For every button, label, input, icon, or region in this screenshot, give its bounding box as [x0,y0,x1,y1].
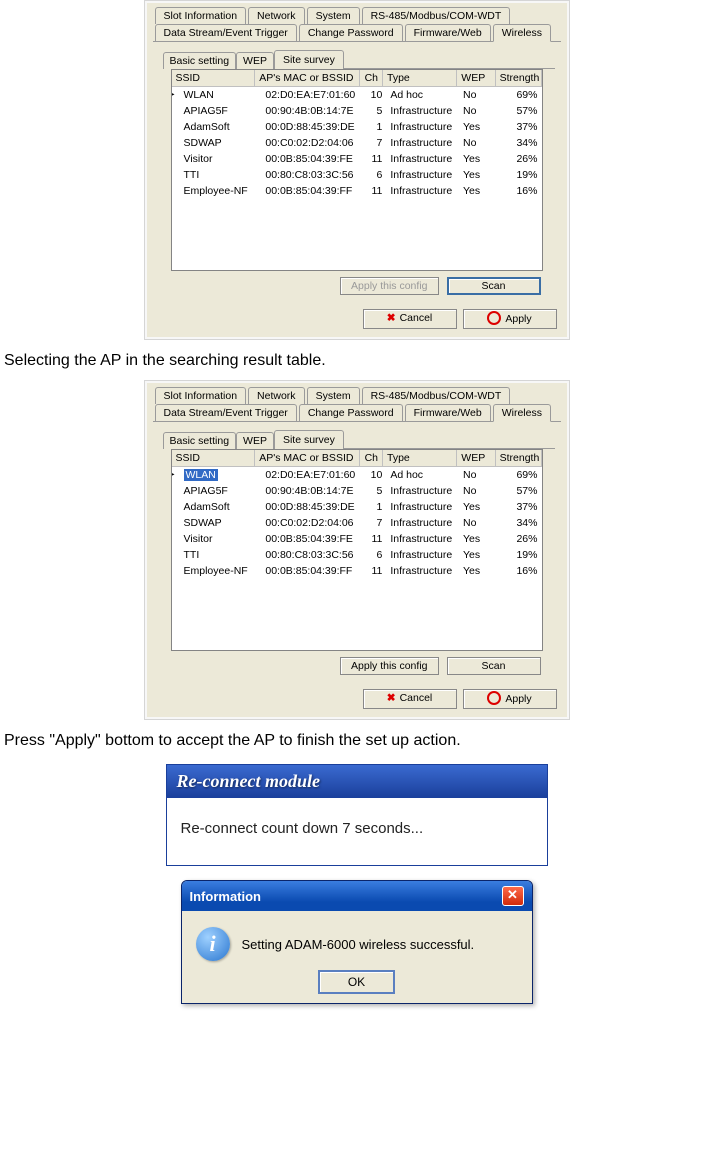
top-tab[interactable]: RS-485/Modbus/COM-WDT [362,7,511,24]
panel1-wrap: Slot InformationNetworkSystemRS-485/Modb… [0,0,713,340]
column-header[interactable]: Type [383,70,457,86]
row-caret-icon: ▸ [171,469,175,480]
column-header[interactable]: WEP [457,450,495,466]
info-message: Setting ADAM-6000 wireless successful. [242,937,475,952]
top-tab[interactable]: Change Password [299,404,403,421]
column-header[interactable]: WEP [457,70,495,86]
column-header[interactable]: AP's MAC or BSSID [255,70,360,86]
circle-icon [487,691,501,705]
scan-button[interactable]: Scan [447,277,541,295]
apply-config-button: Apply this config [340,277,438,295]
table-row[interactable]: AdamSoft00:0D:88:45:39:DE1Infrastructure… [180,499,542,515]
column-header[interactable]: Type [383,450,457,466]
info-dialog-wrap: Information ✕ i Setting ADAM-6000 wirele… [0,880,713,1004]
reconnect-body: Re-connect count down 7 seconds... [167,798,547,865]
table-row[interactable]: SDWAP00:C0:02:D2:04:067InfrastructureNo3… [180,135,542,151]
top-tab[interactable]: Firmware/Web [405,404,491,421]
sub-tab[interactable]: Basic setting [163,52,237,69]
sub-tab[interactable]: Site survey [274,430,344,450]
table-row[interactable]: APIAG5F00:90:4B:0B:14:7E5InfrastructureN… [180,103,542,119]
cancel-button[interactable]: ✖Cancel [363,309,457,329]
reconnect-dialog: Re-connect module Re-connect count down … [166,764,548,866]
top-tab[interactable]: Wireless [493,404,551,422]
site-survey-table[interactable]: SSIDAP's MAC or BSSIDChTypeWEPStrength ▸ W… [171,449,543,651]
caption-2: Press "Apply" bottom to accept the AP to… [4,732,713,750]
column-header[interactable]: Strength [496,70,542,86]
sub-tab[interactable]: WEP [236,432,274,449]
sub-tab[interactable]: WEP [236,52,274,69]
panel2-wrap: Slot InformationNetworkSystemRS-485/Modb… [0,380,713,720]
top-tabs-row1: Slot InformationNetworkSystemRS-485/Modb… [147,3,567,24]
x-icon: ✖ [387,692,396,704]
apply-config-button[interactable]: Apply this config [340,657,438,675]
top-tabs-row1: Slot InformationNetworkSystemRS-485/Modb… [147,383,567,404]
top-tab[interactable]: Change Password [299,24,403,41]
top-tab[interactable]: Network [248,387,305,404]
top-tabs-row2: Data Stream/Event TriggerChange Password… [147,404,567,421]
close-icon[interactable]: ✕ [502,886,524,906]
apply-button[interactable]: Apply [463,309,557,329]
circle-icon [487,311,501,325]
column-header[interactable]: SSID [172,450,256,466]
top-tab[interactable]: RS-485/Modbus/COM-WDT [362,387,511,404]
scan-button[interactable]: Scan [447,657,541,675]
top-tab[interactable]: Wireless [493,24,551,42]
column-header[interactable]: Ch [360,450,383,466]
table-row[interactable]: SDWAP00:C0:02:D2:04:067InfrastructureNo3… [180,515,542,531]
info-icon: i [196,927,230,961]
wireless-panel-1: Slot InformationNetworkSystemRS-485/Modb… [147,3,567,337]
cancel-button[interactable]: ✖Cancel [363,689,457,709]
top-tab[interactable]: System [307,387,360,404]
column-header[interactable]: SSID [172,70,256,86]
top-tabs-row2: Data Stream/Event TriggerChange Password… [147,24,567,41]
sub-tabs: Basic settingWEPSite survey [163,430,555,449]
top-tab[interactable]: Slot Information [155,7,247,24]
top-tab[interactable]: Slot Information [155,387,247,404]
table-row[interactable]: TTI00:80:C8:03:3C:566InfrastructureYes19… [180,547,542,563]
top-tab[interactable]: Data Stream/Event Trigger [155,24,297,41]
x-icon: ✖ [387,312,396,324]
info-dialog: Information ✕ i Setting ADAM-6000 wirele… [181,880,533,1004]
sub-tab[interactable]: Site survey [274,50,344,70]
info-title-text: Information [190,889,262,904]
table-row[interactable]: Employee-NF00:0B:85:04:39:FF11Infrastruc… [180,183,542,199]
table-row[interactable]: Visitor00:0B:85:04:39:FE11Infrastructure… [180,151,542,167]
top-tab[interactable]: Network [248,7,305,24]
sub-tabs: Basic settingWEPSite survey [163,50,555,69]
top-tab[interactable]: Data Stream/Event Trigger [155,404,297,421]
reconnect-dialog-wrap: Re-connect module Re-connect count down … [0,764,713,866]
ok-button[interactable]: OK [318,970,395,994]
row-caret-icon: ▸ [171,89,175,100]
table-row[interactable]: TTI00:80:C8:03:3C:566InfrastructureYes19… [180,167,542,183]
top-tab[interactable]: System [307,7,360,24]
info-titlebar: Information ✕ [182,881,532,911]
table-row[interactable]: AdamSoft00:0D:88:45:39:DE1Infrastructure… [180,119,542,135]
column-header[interactable]: Ch [360,70,383,86]
column-header[interactable]: AP's MAC or BSSID [255,450,360,466]
table-row[interactable]: WLAN02:D0:EA:E7:01:6010Ad hocNo69% [180,467,542,483]
table-row[interactable]: WLAN02:D0:EA:E7:01:6010Ad hocNo69% [180,87,542,103]
site-survey-table[interactable]: SSIDAP's MAC or BSSIDChTypeWEPStrength ▸ W… [171,69,543,271]
sub-tab[interactable]: Basic setting [163,432,237,449]
caption-1: Selecting the AP in the searching result… [4,352,713,370]
reconnect-title: Re-connect module [167,765,547,798]
table-row[interactable]: APIAG5F00:90:4B:0B:14:7E5InfrastructureN… [180,483,542,499]
wireless-panel-2: Slot InformationNetworkSystemRS-485/Modb… [147,383,567,717]
column-header[interactable]: Strength [496,450,542,466]
table-row[interactable]: Employee-NF00:0B:85:04:39:FF11Infrastruc… [180,563,542,579]
top-tab[interactable]: Firmware/Web [405,24,491,41]
table-row[interactable]: Visitor00:0B:85:04:39:FE11Infrastructure… [180,531,542,547]
apply-button[interactable]: Apply [463,689,557,709]
